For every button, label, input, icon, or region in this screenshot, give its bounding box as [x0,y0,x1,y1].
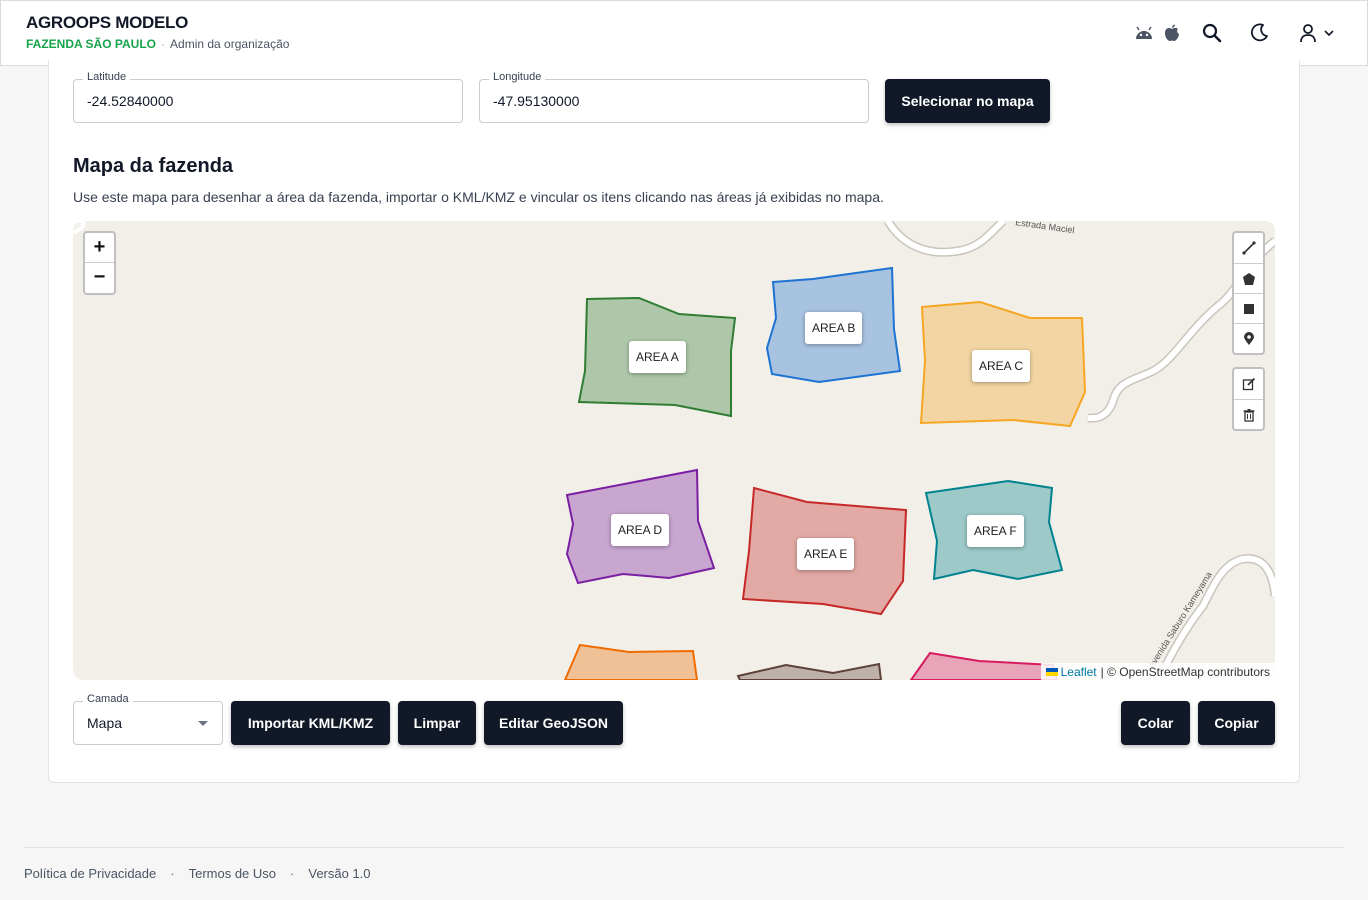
rectangle-icon[interactable] [1234,293,1263,323]
zoom-in-button[interactable]: + [85,233,114,262]
longitude-field[interactable]: Longitude -47.95130000 [479,71,869,123]
farm-name[interactable]: FAZENDA SÃO PAULO [26,37,156,51]
area-c-label[interactable]: AREA C [972,350,1031,382]
edit-toolbar [1232,367,1265,431]
polygon-icon[interactable] [1234,263,1263,293]
search-icon[interactable] [1201,21,1223,45]
zoom-control: + − [83,231,116,295]
trash-icon[interactable] [1234,399,1263,429]
footer: Política de Privacidade · Termos de Uso … [24,866,371,881]
footer-divider [24,847,1344,848]
privacy-link[interactable]: Política de Privacidade [24,866,156,881]
road-label-estrada: Estrada Maciel [1015,221,1075,235]
apple-icon[interactable] [1163,21,1181,45]
layer-select[interactable]: Camada Mapa [73,693,223,745]
area-e-label[interactable]: AREA E [797,538,855,570]
user-role: Admin da organização [170,37,290,51]
top-bar: AGROOPS MODELO FAZENDA SÃO PAULO · Admin d… [0,0,1368,66]
android-icon[interactable] [1133,21,1155,45]
zoom-out-button[interactable]: − [85,262,114,291]
latitude-label: Latitude [83,71,131,83]
leaflet-link[interactable]: Leaflet [1061,665,1097,679]
area-i-polygon[interactable] [909,651,1059,680]
map-section-description: Use este mapa para desenhar a área da fa… [73,189,884,205]
layer-value: Mapa [87,715,123,731]
version-text: Versão 1.0 [308,866,371,881]
map-tiles: Estrada Maciel Avenida Saburo Kameyama [73,221,1275,680]
import-kml-button[interactable]: Importar KML/KMZ [231,701,390,745]
area-b-label[interactable]: AREA B [805,312,863,344]
copy-button[interactable]: Copiar [1198,701,1275,745]
chevron-down-icon [1324,29,1334,37]
osm-attribution: | © OpenStreetMap contributors [1100,664,1270,679]
user-menu-button[interactable] [1294,21,1338,45]
polyline-icon[interactable] [1234,233,1263,263]
select-on-map-button[interactable]: Selecionar no mapa [885,79,1050,123]
area-d-label[interactable]: AREA D [611,514,670,546]
footer-separator: · [290,866,295,881]
edit-icon[interactable] [1234,369,1263,399]
area-g-polygon[interactable] [563,643,699,680]
area-a-label[interactable]: AREA A [629,341,686,373]
paste-button[interactable]: Colar [1121,701,1190,745]
edit-geojson-button[interactable]: Editar GeoJSON [484,701,623,745]
farm-map[interactable]: Estrada Maciel Avenida Saburo Kameyama A… [73,221,1275,680]
clear-button[interactable]: Limpar [398,701,476,745]
longitude-label: Longitude [489,71,546,83]
road-label-avenida: Avenida Saburo Kameyama [1146,570,1214,670]
map-section-title: Mapa da fazenda [73,155,234,177]
area-h-polygon[interactable] [736,662,883,680]
footer-separator: · [170,866,175,881]
separator: · [161,37,166,51]
app-title: AGROOPS MODELO [26,13,189,32]
latitude-value: -24.52840000 [87,93,174,109]
brand-subtitle: FAZENDA SÃO PAULO · Admin da organização [26,37,289,51]
terms-link[interactable]: Termos de Uso [189,866,276,881]
layer-label: Camada [83,693,133,705]
user-icon [1298,23,1318,43]
moon-icon[interactable] [1248,21,1270,45]
draw-toolbar [1232,231,1265,355]
caret-down-icon [198,721,208,726]
ukraine-flag-icon [1045,667,1058,676]
marker-icon[interactable] [1234,323,1263,353]
longitude-value: -47.95130000 [493,93,580,109]
latitude-field[interactable]: Latitude -24.52840000 [73,71,463,123]
map-attribution: Leaflet | © OpenStreetMap contributors [1040,663,1275,680]
area-f-label[interactable]: AREA F [967,515,1024,547]
